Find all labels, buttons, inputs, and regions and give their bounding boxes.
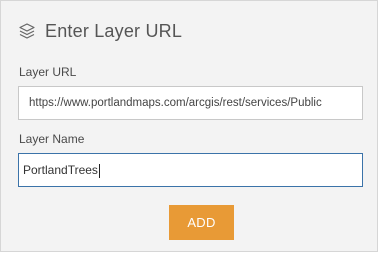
layer-name-input[interactable]: PortlandTrees (18, 153, 363, 187)
layers-icon (18, 22, 36, 40)
layer-name-value: PortlandTrees (23, 163, 98, 177)
layer-url-value: https://www.portlandmaps.com/arcgis/rest… (29, 97, 322, 109)
layer-url-label: Layer URL (19, 65, 77, 79)
layer-url-input[interactable]: https://www.portlandmaps.com/arcgis/rest… (18, 86, 363, 120)
panel-header: Enter Layer URL (18, 20, 182, 42)
panel-title: Enter Layer URL (45, 20, 183, 41)
enter-layer-url-panel: Enter Layer URL Layer URL https://www.po… (0, 0, 378, 252)
add-button[interactable]: ADD (169, 205, 234, 240)
layer-name-label: Layer Name (19, 132, 85, 146)
text-caret (98, 163, 100, 178)
